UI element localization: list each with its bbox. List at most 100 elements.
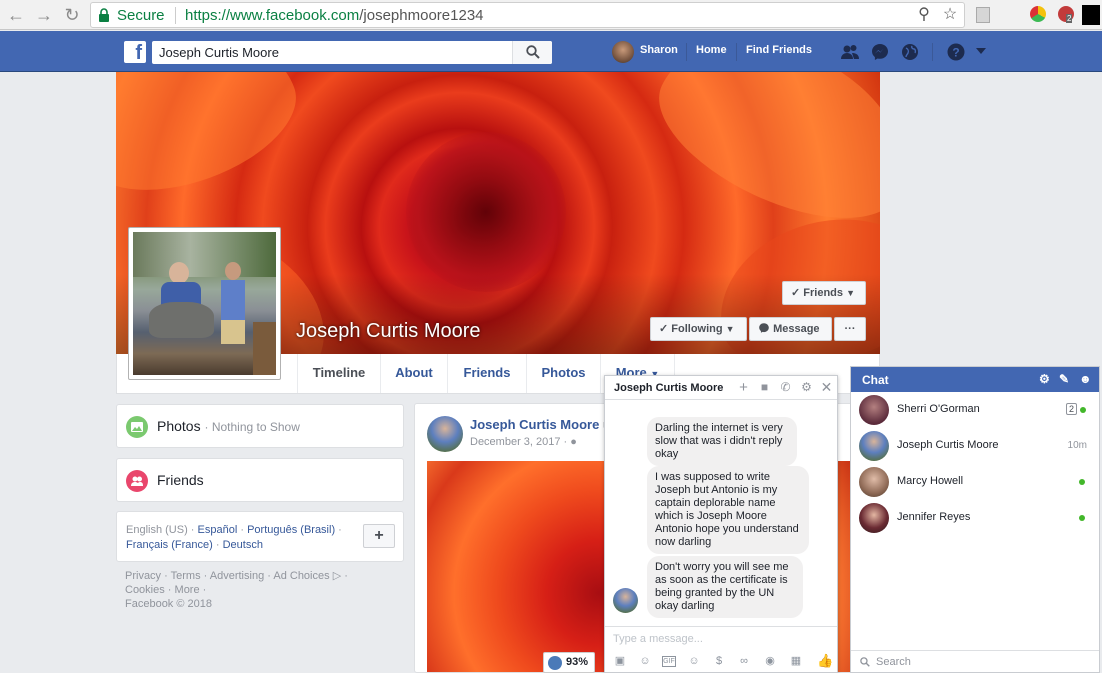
last-active-time: 10m [1067, 440, 1087, 451]
reload-icon[interactable]: ↻ [62, 5, 82, 25]
search-input[interactable] [152, 41, 512, 64]
messenger-icon[interactable] [870, 42, 890, 62]
user-name-link[interactable]: Sharon [640, 44, 678, 56]
close-icon[interactable]: ✕ [820, 380, 833, 394]
chat-search-input[interactable]: Search [851, 650, 1099, 673]
chat-contact[interactable]: Joseph Curtis Moore 10m [851, 428, 1099, 464]
footer-link[interactable]: Privacy [125, 570, 161, 582]
sticker-icon[interactable]: ☺ [638, 654, 652, 668]
add-language-label: + [374, 527, 384, 544]
menu-icon[interactable] [1082, 5, 1100, 25]
photos-box[interactable]: Photos · Nothing to Show [116, 404, 404, 448]
find-friends-link[interactable]: Find Friends [746, 44, 812, 56]
extension-icon[interactable] [1030, 6, 1046, 22]
photo-icon[interactable]: ▣ [613, 654, 627, 668]
photo-dog [149, 302, 214, 338]
sender-avatar[interactable] [613, 588, 638, 613]
add-person-icon[interactable]: + [737, 380, 750, 395]
user-avatar[interactable] [612, 41, 634, 63]
profile-picture[interactable] [128, 227, 281, 380]
contact-name: Joseph Curtis Moore [897, 439, 999, 451]
settings-gear-icon[interactable]: ⚙ [1039, 372, 1050, 386]
friends-box[interactable]: Friends [116, 458, 404, 502]
post-author-avatar[interactable] [427, 416, 463, 452]
ad-choices-icon[interactable]: ▷ [333, 570, 341, 582]
tab-photos[interactable]: Photos [526, 354, 600, 393]
bookmark-star-icon[interactable]: ☆ [941, 6, 959, 24]
like-thumb-icon[interactable]: 👍 [817, 654, 833, 668]
gif-icon[interactable]: GIF [662, 656, 676, 667]
help-icon[interactable]: ? [946, 42, 966, 62]
globe-icon [548, 656, 562, 670]
payment-icon[interactable]: $ [712, 654, 726, 668]
photo-background [133, 232, 276, 277]
language-link[interactable]: Português (Brasil) [247, 524, 335, 536]
footer-link[interactable]: Ad Choices [273, 570, 329, 582]
tab-timeline[interactable]: Timeline [297, 354, 380, 393]
language-link[interactable]: Français (France) [126, 539, 213, 551]
chat-message: Darling the internet is very slow that w… [647, 417, 797, 466]
tab-about[interactable]: About [380, 354, 447, 393]
facebook-logo-icon[interactable]: f [124, 41, 146, 63]
search-button[interactable] [512, 41, 552, 64]
add-language-button[interactable]: + [363, 524, 395, 548]
friends-button-label: Friends [803, 287, 844, 299]
footer-link[interactable]: More [175, 584, 200, 596]
post-author: Joseph Curtis Moore u [470, 417, 610, 432]
chat-sidebar-header[interactable]: Chat ⚙ ✎ ☻ [851, 367, 1099, 392]
lock-icon [99, 8, 109, 22]
notifications-globe-icon[interactable] [900, 42, 920, 62]
message-button[interactable]: Message [749, 317, 832, 341]
zoom-icon[interactable]: ⚲ [915, 6, 933, 24]
following-button[interactable]: ✓ Following ▼ [650, 317, 747, 341]
chat-window-header[interactable]: Joseph Curtis Moore + ■ ✆ ⚙ ✕ [605, 376, 837, 400]
create-group-icon[interactable]: ☻ [1079, 372, 1092, 386]
language-link[interactable]: Español [198, 524, 238, 536]
contact-name: Jennifer Reyes [897, 511, 971, 523]
photo-child-body [221, 280, 245, 320]
friend-requests-icon[interactable] [840, 42, 860, 62]
camera-icon[interactable]: ◉ [763, 654, 777, 668]
chat-window-title[interactable]: Joseph Curtis Moore [614, 382, 723, 394]
tab-friends[interactable]: Friends [447, 354, 526, 393]
forward-icon[interactable]: → [34, 5, 54, 25]
tab-label: Timeline [312, 365, 366, 380]
language-link[interactable]: Deutsch [223, 539, 263, 551]
photo-child-head [225, 262, 241, 280]
more-options-button[interactable]: ··· [834, 317, 866, 341]
caret-down-icon: ▼ [725, 324, 735, 334]
attachment-icon[interactable]: ∞ [737, 654, 751, 668]
message-input[interactable]: Type a message... [605, 626, 837, 648]
footer-link[interactable]: Cookies [125, 584, 165, 596]
friends-button[interactable]: ✓ Friends ▼ [782, 281, 866, 305]
chat-window: Joseph Curtis Moore + ■ ✆ ⚙ ✕ Darling th… [604, 375, 838, 673]
games-icon[interactable]: ▦ [789, 654, 803, 668]
search-box [152, 41, 552, 64]
photos-title-label: Photos [157, 418, 201, 434]
tab-label: Photos [541, 365, 586, 380]
settings-gear-icon[interactable]: ⚙ [800, 381, 813, 394]
account-dropdown-icon[interactable] [975, 46, 987, 56]
chat-message: Don't worry you will see me as soon as t… [647, 556, 803, 618]
video-call-icon[interactable]: ■ [758, 381, 771, 394]
emoji-icon[interactable]: ☺ [687, 654, 701, 668]
friends-icon [126, 470, 148, 492]
post-author-link[interactable]: Joseph Curtis Moore [470, 417, 599, 432]
online-indicator [1080, 407, 1086, 413]
back-icon[interactable]: ← [6, 5, 26, 25]
home-link[interactable]: Home [696, 44, 727, 56]
nav-divider [736, 43, 737, 61]
footer-link[interactable]: Advertising [210, 570, 264, 582]
check-icon: ✓ [659, 323, 669, 335]
chat-contact[interactable]: Jennifer Reyes [851, 500, 1099, 536]
phone-call-icon[interactable]: ✆ [779, 381, 792, 394]
footer-link[interactable]: Terms [171, 570, 201, 582]
contact-name: Sherri O'Gorman [897, 403, 980, 415]
address-bar[interactable]: Secure https://www.facebook.com/josephmo… [90, 2, 965, 28]
chat-contact[interactable]: Sherri O'Gorman 2 [851, 392, 1099, 428]
new-message-icon[interactable]: ✎ [1059, 372, 1069, 386]
post-date-text[interactable]: December 3, 2017 · [470, 436, 567, 448]
chat-contact[interactable]: Marcy Howell [851, 464, 1099, 500]
page-icon[interactable] [976, 7, 990, 23]
extension-badge-icon[interactable]: 2 [1058, 6, 1074, 23]
